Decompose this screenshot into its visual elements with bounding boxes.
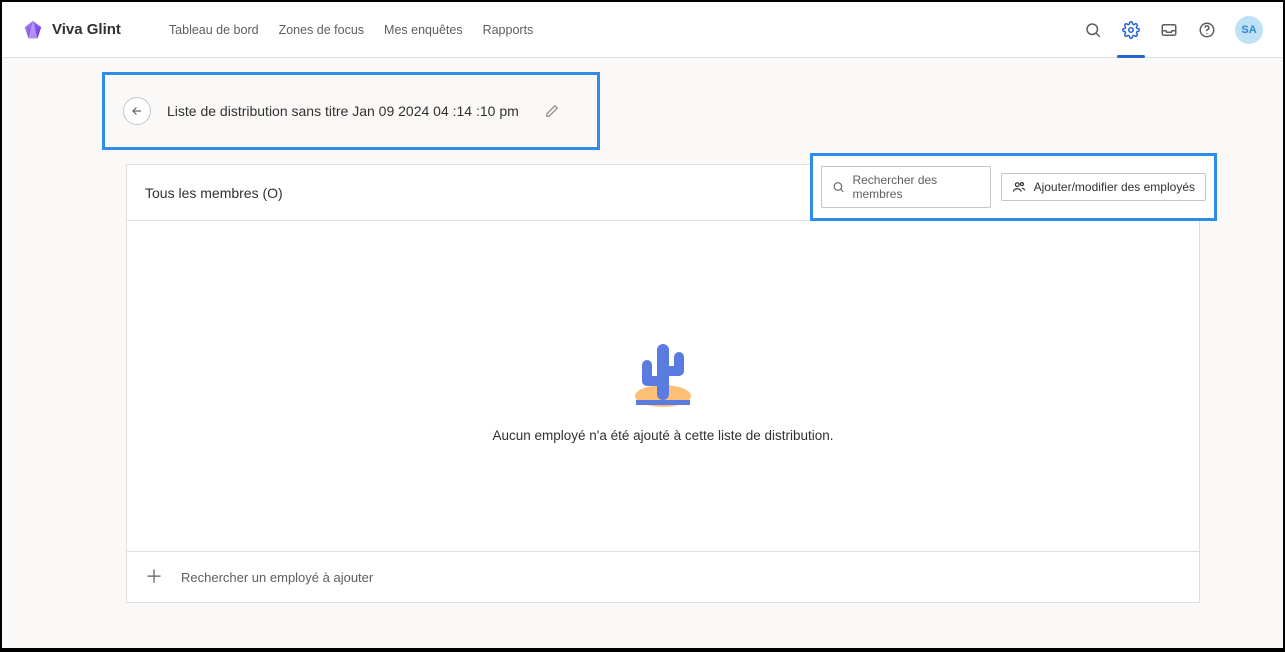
empty-state: Aucun employé n'a été ajouté à cette lis…	[127, 221, 1199, 551]
back-button[interactable]	[123, 97, 151, 125]
members-count: (O)	[262, 185, 282, 201]
avatar[interactable]: SA	[1235, 16, 1263, 44]
arrow-left-icon	[130, 104, 144, 118]
edit-title-button[interactable]	[545, 104, 559, 118]
pencil-icon	[545, 104, 559, 118]
members-card: Tous les membres (O) Rechercher des memb…	[126, 164, 1200, 603]
viva-glint-logo-icon	[22, 19, 44, 41]
search-icon	[832, 180, 845, 194]
inbox-icon[interactable]	[1159, 20, 1179, 40]
footer-search-label: Rechercher un employé à ajouter	[181, 570, 373, 585]
members-actions-highlight: Rechercher des membres Ajouter/modifier …	[810, 153, 1217, 221]
plus-icon: ＋	[145, 568, 163, 586]
members-title-text: Tous les membres	[145, 185, 259, 201]
top-nav: Viva Glint Tableau de bord Zones de focu…	[2, 2, 1283, 58]
people-icon	[1012, 180, 1026, 194]
nav-links: Tableau de bord Zones de focus Mes enquê…	[169, 23, 533, 37]
search-icon[interactable]	[1083, 20, 1103, 40]
search-members-placeholder: Rechercher des membres	[852, 173, 979, 201]
page-header-highlight: Liste de distribution sans titre Jan 09 …	[102, 72, 600, 150]
settings-icon[interactable]	[1121, 20, 1141, 40]
help-icon[interactable]	[1197, 20, 1217, 40]
app-logo: Viva Glint	[22, 19, 121, 41]
nav-icons: SA	[1083, 16, 1263, 44]
page-body: Liste de distribution sans titre Jan 09 …	[2, 58, 1283, 648]
nav-link-reports[interactable]: Rapports	[483, 23, 534, 37]
members-card-header: Tous les membres (O) Rechercher des memb…	[127, 165, 1199, 221]
nav-link-dashboard[interactable]: Tableau de bord	[169, 23, 259, 37]
search-members-input[interactable]: Rechercher des membres	[821, 166, 991, 208]
add-employee-footer[interactable]: ＋ Rechercher un employé à ajouter	[127, 551, 1199, 602]
add-employees-label: Ajouter/modifier des employés	[1034, 180, 1195, 194]
empty-state-message: Aucun employé n'a été ajouté à cette lis…	[492, 428, 833, 443]
nav-link-focus[interactable]: Zones de focus	[279, 23, 364, 37]
app-name: Viva Glint	[52, 21, 121, 38]
nav-link-surveys[interactable]: Mes enquêtes	[384, 23, 463, 37]
cactus-illustration	[618, 330, 708, 410]
members-title: Tous les membres (O)	[145, 185, 283, 201]
page-title: Liste de distribution sans titre Jan 09 …	[167, 103, 519, 119]
add-employees-button[interactable]: Ajouter/modifier des employés	[1001, 173, 1206, 201]
